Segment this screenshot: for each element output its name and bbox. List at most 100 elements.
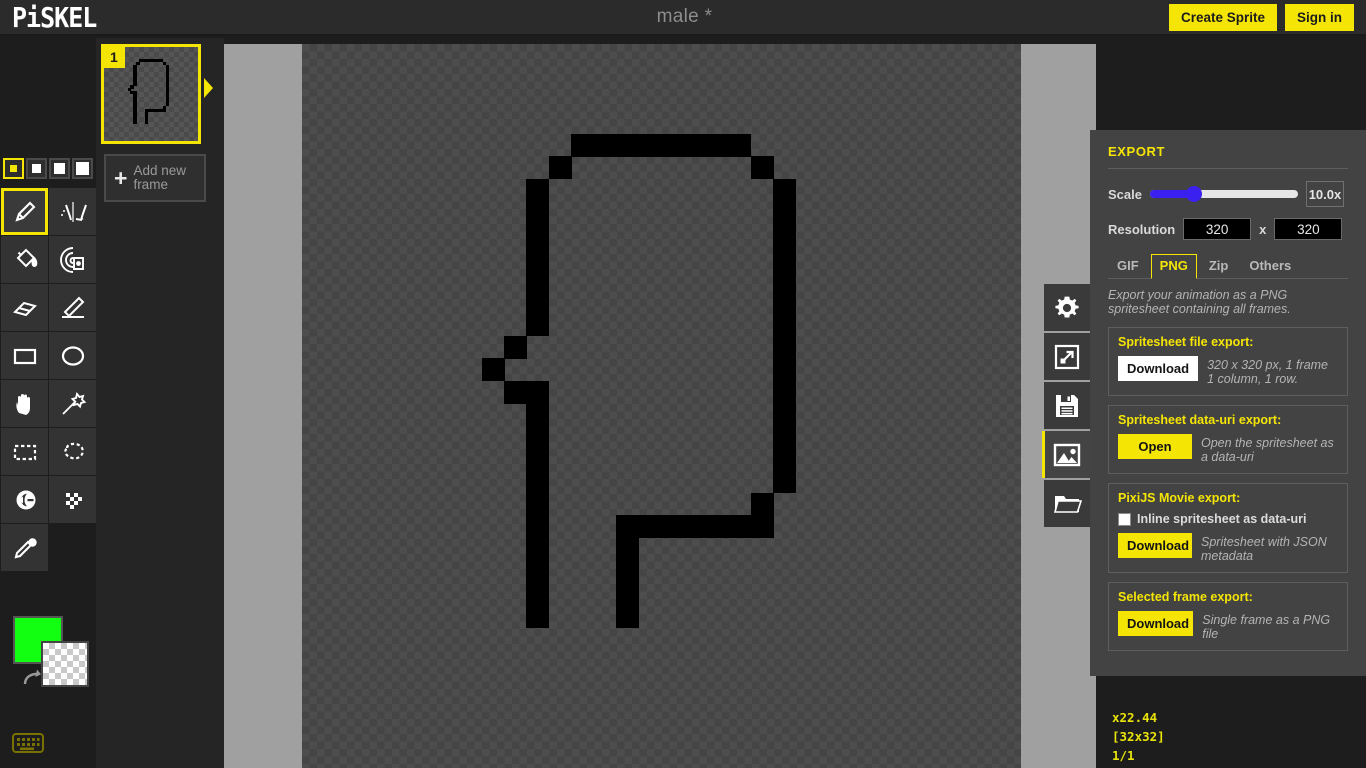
art-pixel bbox=[526, 290, 550, 314]
document-title[interactable]: male * bbox=[200, 6, 1169, 28]
secondary-color-swatch[interactable] bbox=[41, 641, 89, 687]
pen-size-1[interactable] bbox=[3, 158, 24, 179]
art-pixel bbox=[526, 425, 550, 449]
art-pixel bbox=[705, 133, 729, 157]
shape-selection-tool[interactable] bbox=[49, 380, 96, 427]
scale-value: 10.0x bbox=[1305, 181, 1344, 207]
export-format-tabs: GIF PNG Zip Others bbox=[1108, 254, 1348, 279]
tool-row bbox=[1, 188, 96, 235]
pixijs-movie-note: Spritesheet with JSON metadata bbox=[1201, 535, 1327, 563]
app-header: PiSKEL male * Create Sprite Sign in bbox=[0, 0, 1366, 36]
canvas-area bbox=[224, 44, 1096, 768]
art-pixel bbox=[548, 156, 572, 180]
art-pixel bbox=[526, 403, 550, 427]
thumb-pixel bbox=[165, 102, 170, 107]
inline-spritesheet-checkbox[interactable] bbox=[1118, 512, 1131, 526]
art-pixel bbox=[661, 133, 685, 157]
art-pixel bbox=[526, 178, 550, 202]
export-image-icon[interactable] bbox=[1042, 431, 1090, 478]
art-pixel bbox=[616, 582, 640, 606]
art-pixel bbox=[526, 582, 550, 606]
art-pixel bbox=[773, 178, 797, 202]
resolution-height-input[interactable] bbox=[1274, 218, 1343, 240]
art-pixel bbox=[773, 380, 797, 404]
pixijs-movie-download-button[interactable]: Download bbox=[1118, 533, 1192, 558]
art-pixel bbox=[593, 133, 617, 157]
art-pixel bbox=[661, 515, 685, 539]
sign-in-button[interactable]: Sign in bbox=[1285, 3, 1354, 31]
art-pixel bbox=[503, 335, 527, 359]
tool-row bbox=[1, 332, 96, 379]
swap-colors-icon[interactable] bbox=[19, 666, 43, 688]
art-pixel bbox=[750, 492, 774, 516]
paint-bucket-tool[interactable] bbox=[1, 236, 48, 283]
pixijs-movie-export-section: PixiJS Movie export: Inline spritesheet … bbox=[1108, 483, 1348, 573]
resolution-separator: x bbox=[1259, 221, 1267, 237]
art-pixel bbox=[773, 290, 797, 314]
spritesheet-datauri-open-button[interactable]: Open bbox=[1118, 434, 1192, 459]
save-icon[interactable] bbox=[1044, 382, 1090, 429]
circle-tool[interactable] bbox=[49, 332, 96, 379]
pen-size-selector bbox=[3, 158, 93, 182]
pen-size-2[interactable] bbox=[26, 158, 47, 179]
tool-row bbox=[1, 428, 96, 475]
art-pixel bbox=[638, 133, 662, 157]
tool-row bbox=[1, 476, 96, 523]
resolution-label: Resolution bbox=[1108, 221, 1176, 237]
thumb-pixel bbox=[136, 61, 140, 66]
spritesheet-file-download-button[interactable]: Download bbox=[1118, 356, 1199, 381]
move-tool[interactable] bbox=[1, 380, 48, 427]
export-panel: EXPORT Scale 10.0x Resolution x GIF PNG … bbox=[1090, 130, 1366, 676]
selected-frame-note: Single frame as a PNG file bbox=[1202, 613, 1331, 641]
tool-row bbox=[1, 236, 96, 283]
art-pixel bbox=[728, 515, 752, 539]
tab-others[interactable]: Others bbox=[1240, 254, 1300, 278]
rectangle-select-tool[interactable] bbox=[1, 428, 48, 475]
export-description: Export your animation as a PNG spriteshe… bbox=[1108, 288, 1291, 316]
scale-slider[interactable] bbox=[1149, 186, 1298, 202]
art-pixel bbox=[616, 537, 640, 561]
paint-all-similar-pixels-tool[interactable] bbox=[49, 236, 96, 283]
stroke-tool[interactable] bbox=[49, 284, 96, 331]
resolution-width-input[interactable] bbox=[1183, 218, 1252, 240]
tool-row bbox=[1, 524, 96, 571]
eraser-tool[interactable] bbox=[1, 284, 48, 331]
right-vertical-toolbar bbox=[1042, 284, 1092, 529]
tab-zip[interactable]: Zip bbox=[1200, 254, 1238, 278]
scale-slider-knob[interactable] bbox=[1185, 186, 1202, 202]
left-tool-panel bbox=[0, 38, 96, 768]
art-pixel bbox=[616, 515, 640, 539]
open-folder-icon[interactable] bbox=[1044, 480, 1090, 527]
vertical-mirror-pen-tool[interactable] bbox=[49, 188, 96, 235]
add-new-frame-button[interactable]: + Add new frame bbox=[104, 154, 206, 202]
section-title: Selected frame export: bbox=[1118, 590, 1253, 604]
app-logo-text: PiSKEL bbox=[12, 0, 97, 34]
art-pixel bbox=[503, 380, 527, 404]
tab-png[interactable]: PNG bbox=[1150, 254, 1197, 279]
lasso-select-tool[interactable] bbox=[49, 428, 96, 475]
dithering-tool[interactable] bbox=[49, 476, 96, 523]
selected-frame-download-button[interactable]: Download bbox=[1118, 611, 1194, 636]
resize-icon[interactable] bbox=[1044, 333, 1090, 380]
drawing-canvas[interactable] bbox=[302, 44, 1021, 768]
art-pixel bbox=[526, 470, 550, 494]
rectangle-tool[interactable] bbox=[1, 332, 48, 379]
tab-gif[interactable]: GIF bbox=[1108, 254, 1148, 278]
pen-tool[interactable] bbox=[1, 188, 48, 235]
section-title: Spritesheet data-uri export: bbox=[1118, 413, 1282, 427]
app-logo[interactable]: PiSKEL bbox=[0, 0, 200, 35]
art-pixel bbox=[683, 133, 707, 157]
art-pixel bbox=[773, 223, 797, 247]
art-pixel bbox=[616, 133, 640, 157]
pen-size-4[interactable] bbox=[72, 158, 93, 179]
settings-gear-icon[interactable] bbox=[1044, 284, 1090, 331]
color-swap-tool[interactable] bbox=[1, 476, 48, 523]
tool-row bbox=[1, 284, 96, 331]
art-pixel bbox=[773, 447, 797, 471]
frame-thumbnail-1[interactable]: 1 bbox=[101, 44, 201, 144]
pen-size-3[interactable] bbox=[49, 158, 70, 179]
keyboard-shortcuts-icon[interactable] bbox=[12, 732, 44, 759]
create-sprite-button[interactable]: Create Sprite bbox=[1168, 3, 1277, 31]
add-new-frame-label: Add new frame bbox=[133, 163, 186, 192]
color-picker-tool[interactable] bbox=[1, 524, 48, 571]
